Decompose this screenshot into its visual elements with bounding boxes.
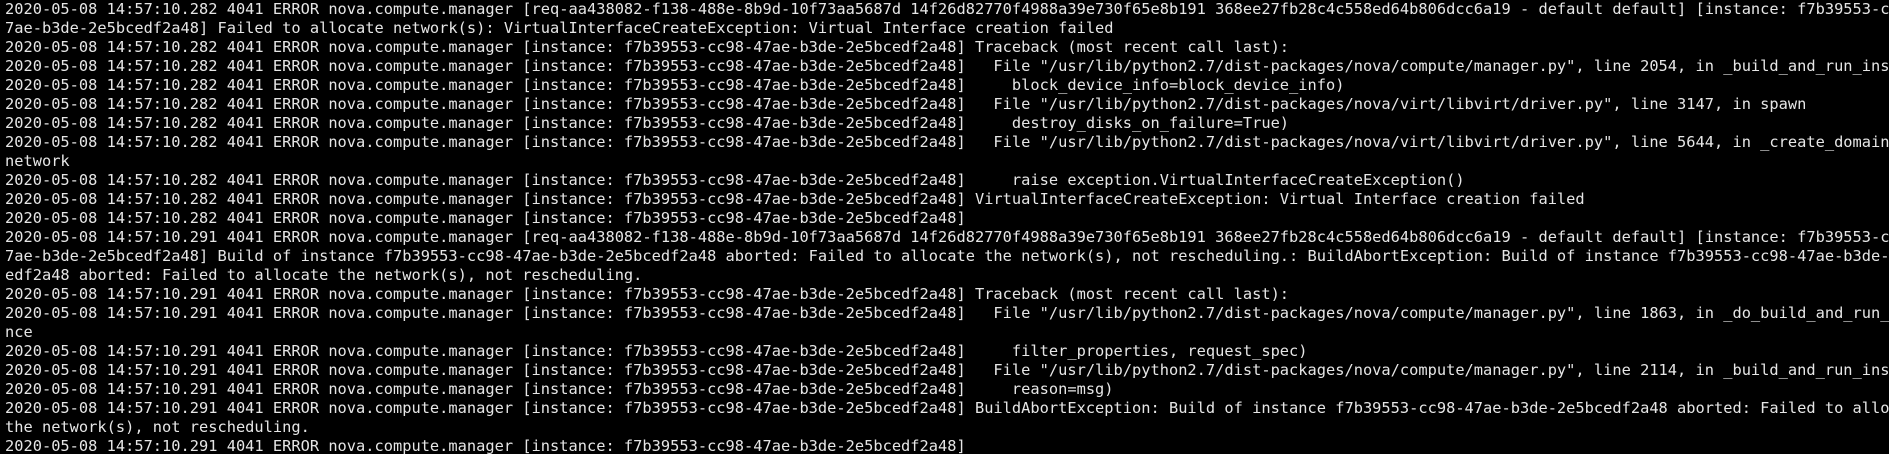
terminal-line: 7ae-b3de-2e5bcedf2a48] Failed to allocat… — [5, 19, 1114, 37]
terminal-line: 2020-05-08 14:57:10.291 4041 ERROR nova.… — [5, 361, 1889, 379]
terminal-line: 2020-05-08 14:57:10.291 4041 ERROR nova.… — [5, 380, 1114, 398]
terminal-line: 2020-05-08 14:57:10.282 4041 ERROR nova.… — [5, 114, 1290, 132]
terminal-line: 2020-05-08 14:57:10.291 4041 ERROR nova.… — [5, 399, 1889, 417]
terminal-line: 2020-05-08 14:57:10.282 4041 ERROR nova.… — [5, 133, 1889, 151]
terminal-line: network — [5, 152, 70, 170]
terminal-line: edf2a48 aborted: Failed to allocate the … — [5, 266, 643, 284]
terminal-output[interactable]: 2020-05-08 14:57:10.282 4041 ERROR nova.… — [0, 0, 1889, 454]
terminal-line: 2020-05-08 14:57:10.282 4041 ERROR nova.… — [5, 209, 966, 227]
terminal-line: nce — [5, 323, 33, 341]
terminal-line: 2020-05-08 14:57:10.291 4041 ERROR nova.… — [5, 304, 1889, 322]
terminal-line: 2020-05-08 14:57:10.291 4041 ERROR nova.… — [5, 228, 1889, 246]
terminal-line: 2020-05-08 14:57:10.282 4041 ERROR nova.… — [5, 95, 1807, 113]
terminal-line: 2020-05-08 14:57:10.291 4041 ERROR nova.… — [5, 437, 966, 454]
terminal-line: the network(s), not rescheduling. — [5, 418, 310, 436]
terminal-line: 2020-05-08 14:57:10.282 4041 ERROR nova.… — [5, 57, 1889, 75]
terminal-line: 2020-05-08 14:57:10.291 4041 ERROR nova.… — [5, 342, 1308, 360]
terminal-line: 7ae-b3de-2e5bcedf2a48] Build of instance… — [5, 247, 1889, 265]
terminal-line: 2020-05-08 14:57:10.291 4041 ERROR nova.… — [5, 285, 1290, 303]
terminal-line: 2020-05-08 14:57:10.282 4041 ERROR nova.… — [5, 38, 1290, 56]
terminal-line: 2020-05-08 14:57:10.282 4041 ERROR nova.… — [5, 171, 1465, 189]
terminal-line: 2020-05-08 14:57:10.282 4041 ERROR nova.… — [5, 190, 1585, 208]
terminal-line: 2020-05-08 14:57:10.282 4041 ERROR nova.… — [5, 76, 1345, 94]
terminal-line: 2020-05-08 14:57:10.282 4041 ERROR nova.… — [5, 0, 1889, 18]
